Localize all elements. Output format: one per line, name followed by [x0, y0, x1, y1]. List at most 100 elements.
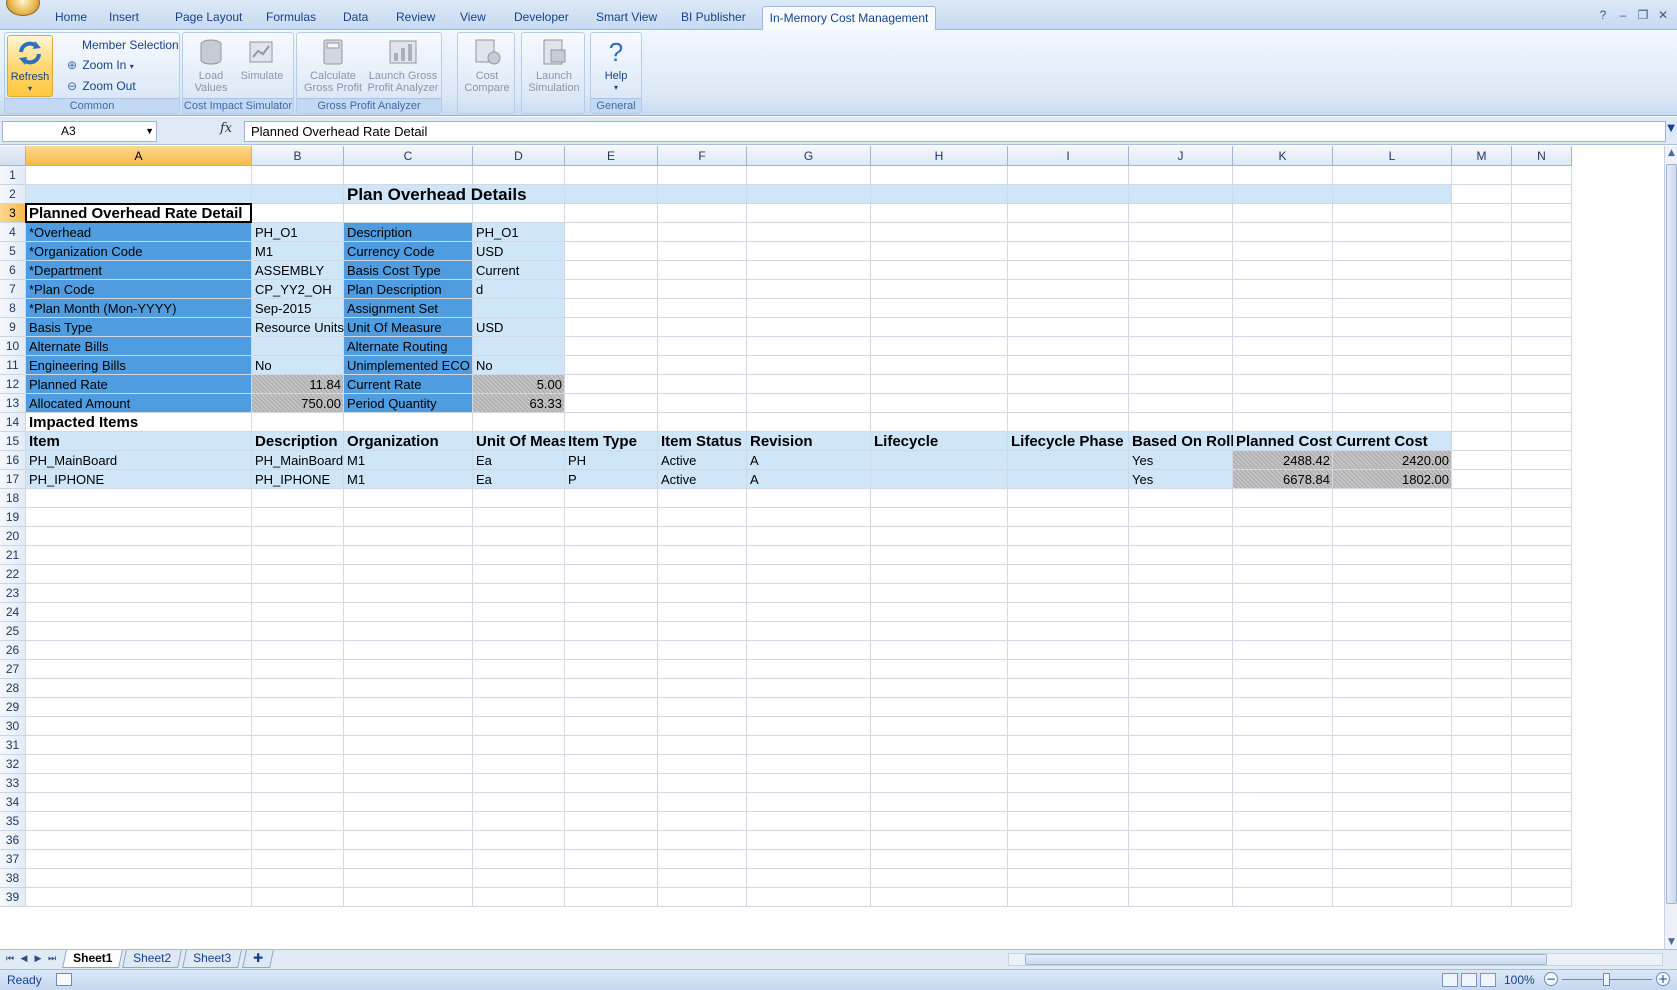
- member-selection-button[interactable]: Member Selection: [82, 35, 179, 55]
- tab-formulas[interactable]: Formulas: [262, 6, 320, 30]
- column-header-k[interactable]: K: [1233, 146, 1333, 166]
- row-header-1[interactable]: 1: [0, 166, 26, 185]
- insert-function-icon[interactable]: fx: [220, 121, 232, 136]
- zoom-level[interactable]: 100%: [1504, 973, 1535, 987]
- field-value[interactable]: No: [473, 356, 565, 375]
- field-value[interactable]: PH_O1: [252, 223, 344, 242]
- impacted-items-title[interactable]: Impacted Items: [26, 413, 252, 432]
- field-value[interactable]: M1: [252, 242, 344, 261]
- office-button[interactable]: [6, 0, 40, 16]
- field-value[interactable]: PH_O1: [473, 223, 565, 242]
- field-label[interactable]: Allocated Amount: [26, 394, 252, 413]
- load-values-button[interactable]: Load Values: [189, 35, 233, 99]
- normal-view-icon[interactable]: [1442, 973, 1458, 987]
- restore-icon[interactable]: ❐: [1634, 6, 1652, 24]
- section-title[interactable]: Planned Overhead Rate Detail: [26, 204, 252, 223]
- field-label[interactable]: Plan Description: [344, 280, 473, 299]
- table-cell[interactable]: [871, 470, 1008, 489]
- field-value[interactable]: 5.00: [473, 375, 565, 394]
- table-cell[interactable]: [1008, 451, 1129, 470]
- table-cell[interactable]: Ea: [473, 470, 565, 489]
- launch-simulation-button[interactable]: Launch Simulation: [524, 35, 584, 99]
- column-header-m[interactable]: M: [1452, 146, 1512, 166]
- field-value[interactable]: USD: [473, 318, 565, 337]
- table-cell[interactable]: Active: [658, 470, 747, 489]
- column-header-f[interactable]: F: [658, 146, 747, 166]
- tab-developer[interactable]: Developer: [510, 6, 573, 30]
- row-header-3[interactable]: 3: [0, 204, 26, 223]
- field-label[interactable]: Assignment Set: [344, 299, 473, 318]
- field-label[interactable]: *Organization Code: [26, 242, 252, 261]
- row-header-19[interactable]: 19: [0, 508, 26, 527]
- table-header[interactable]: Planned Cost: [1233, 432, 1333, 451]
- row-header-36[interactable]: 36: [0, 831, 26, 850]
- row-header-27[interactable]: 27: [0, 660, 26, 679]
- field-value[interactable]: ASSEMBLY: [252, 261, 344, 280]
- field-value[interactable]: [473, 337, 565, 356]
- field-value[interactable]: Sep-2015: [252, 299, 344, 318]
- table-cell[interactable]: A: [747, 470, 871, 489]
- row-header-39[interactable]: 39: [0, 888, 26, 907]
- refresh-button[interactable]: Refresh ▾: [7, 35, 53, 97]
- sheet-tab-sheet1[interactable]: Sheet1: [62, 950, 124, 968]
- row-header-34[interactable]: 34: [0, 793, 26, 812]
- page-break-preview-icon[interactable]: [1480, 973, 1496, 987]
- table-cell[interactable]: PH_IPHONE: [252, 470, 344, 489]
- table-cell[interactable]: PH_IPHONE: [26, 470, 252, 489]
- horizontal-scroll-thumb[interactable]: [1025, 954, 1547, 965]
- column-header-l[interactable]: L: [1333, 146, 1452, 166]
- row-header-31[interactable]: 31: [0, 736, 26, 755]
- zoom-out-icon[interactable]: −: [1544, 972, 1558, 986]
- column-header-c[interactable]: C: [344, 146, 473, 166]
- close-icon[interactable]: ✕: [1654, 6, 1672, 24]
- row-header-24[interactable]: 24: [0, 603, 26, 622]
- table-cell[interactable]: PH_MainBoard: [26, 451, 252, 470]
- prev-sheet-icon[interactable]: ◀: [18, 952, 30, 966]
- launch-gross-profit-analyzer-button[interactable]: Launch Gross Profit Analyzer: [365, 35, 441, 99]
- table-header[interactable]: Lifecycle: [871, 432, 1008, 451]
- row-header-29[interactable]: 29: [0, 698, 26, 717]
- table-cell[interactable]: Yes: [1129, 470, 1233, 489]
- zoom-in-icon[interactable]: +: [1656, 972, 1670, 986]
- horizontal-scrollbar[interactable]: [1008, 953, 1663, 966]
- row-header-10[interactable]: 10: [0, 337, 26, 356]
- table-cell[interactable]: 1802.00: [1333, 470, 1452, 489]
- tab-view[interactable]: View: [456, 6, 490, 30]
- row-header-26[interactable]: 26: [0, 641, 26, 660]
- row-header-16[interactable]: 16: [0, 451, 26, 470]
- first-sheet-icon[interactable]: ⏮: [4, 952, 16, 966]
- field-value[interactable]: 63.33: [473, 394, 565, 413]
- field-value[interactable]: [473, 299, 565, 318]
- table-cell[interactable]: Active: [658, 451, 747, 470]
- row-header-22[interactable]: 22: [0, 565, 26, 584]
- table-header[interactable]: Item Type: [565, 432, 658, 451]
- table-cell[interactable]: [871, 451, 1008, 470]
- minimize-icon[interactable]: –: [1614, 6, 1632, 24]
- table-cell[interactable]: Ea: [473, 451, 565, 470]
- tab-review[interactable]: Review: [392, 6, 439, 30]
- field-value[interactable]: USD: [473, 242, 565, 261]
- expand-formula-bar-icon[interactable]: ▼: [1667, 123, 1675, 134]
- table-header[interactable]: Based On Roll: [1129, 432, 1233, 451]
- field-value[interactable]: 11.84: [252, 375, 344, 394]
- scroll-up-icon[interactable]: ▲: [1665, 146, 1677, 160]
- sheet-tab-sheet2[interactable]: Sheet2: [122, 950, 182, 968]
- row-header-9[interactable]: 9: [0, 318, 26, 337]
- field-value[interactable]: Resource Units: [252, 318, 344, 337]
- table-cell[interactable]: 2420.00: [1333, 451, 1452, 470]
- row-header-28[interactable]: 28: [0, 679, 26, 698]
- zoom-in-button[interactable]: ⊕ Zoom In ▾: [65, 55, 134, 75]
- column-header-n[interactable]: N: [1512, 146, 1572, 166]
- tab-data[interactable]: Data: [339, 6, 372, 30]
- table-cell[interactable]: PH_MainBoard: [252, 451, 344, 470]
- tab-home[interactable]: Home: [51, 6, 91, 30]
- field-value[interactable]: 750.00: [252, 394, 344, 413]
- table-cell[interactable]: P: [565, 470, 658, 489]
- tab-bi-publisher[interactable]: BI Publisher: [677, 6, 750, 30]
- scroll-down-icon[interactable]: ▼: [1665, 935, 1677, 949]
- column-header-d[interactable]: D: [473, 146, 565, 166]
- select-all-button[interactable]: [0, 146, 26, 166]
- chevron-down-icon[interactable]: ▼: [145, 122, 154, 141]
- tab-in-memory-cost-management[interactable]: In-Memory Cost Management: [762, 6, 936, 30]
- table-cell[interactable]: M1: [344, 470, 473, 489]
